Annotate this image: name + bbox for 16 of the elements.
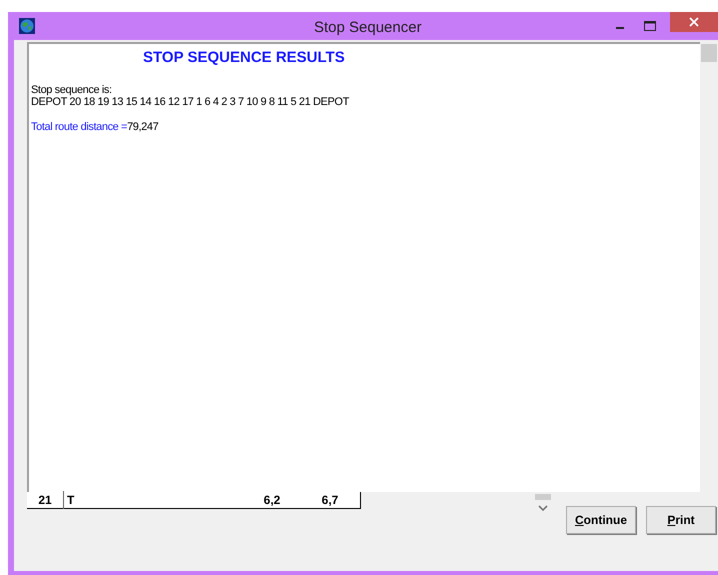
distance-label: Total route distance = [31,120,128,134]
continue-button[interactable]: Continue [566,506,636,534]
sequence-label: Stop sequence is: [31,84,113,96]
sequence-text: DEPOT 20 18 19 13 15 14 16 12 17 1 6 4 2 3 7 10 9 8 11 5 21 DEPOT [31,96,350,108]
window-title: Stop Sequencer [314,18,422,38]
globe-icon [19,18,35,34]
maximize-icon[interactable] [644,21,656,31]
table-cell-text: 6,7 [320,492,340,509]
table-cell: T [63,491,243,509]
table-cell-text: 6,2 [262,492,282,509]
table-cell-text: 21 [37,492,53,509]
close-button[interactable] [670,12,718,32]
results-heading: STOP SEQUENCE RESULTS [143,48,346,68]
close-icon [689,17,699,27]
print-button[interactable]: Print [646,506,716,534]
distance-value: 79,247 [127,120,158,134]
